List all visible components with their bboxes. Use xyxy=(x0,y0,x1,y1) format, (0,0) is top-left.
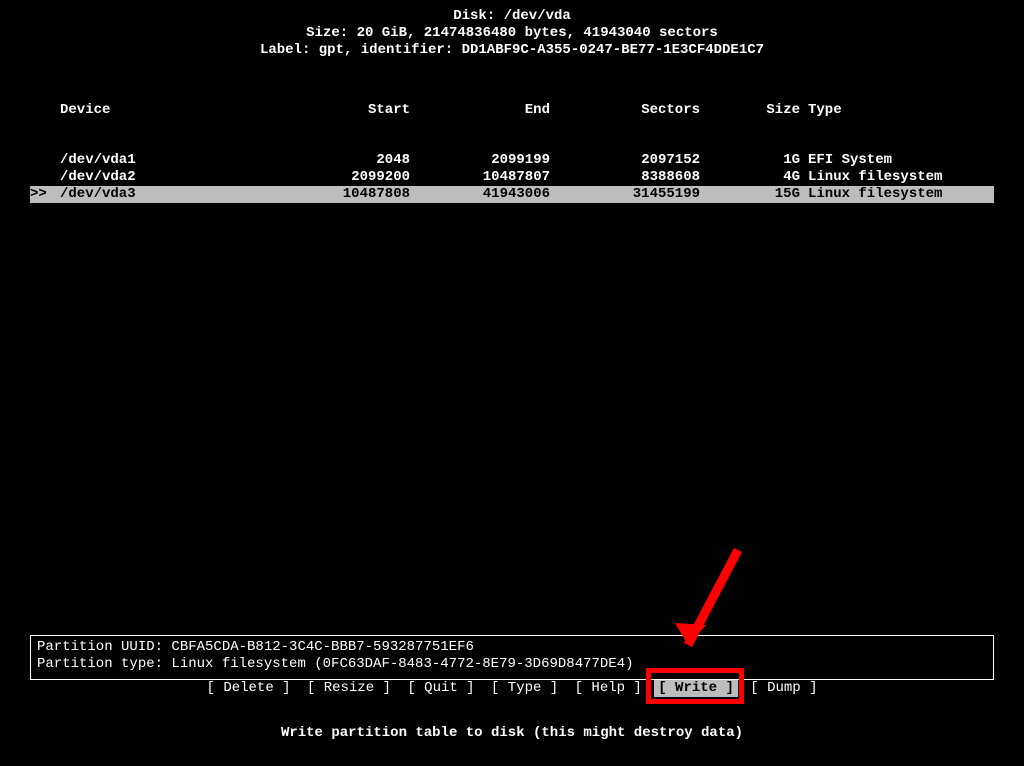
cell-size: 15G xyxy=(700,186,800,203)
row-cursor xyxy=(30,152,60,169)
col-end: End xyxy=(410,102,550,119)
cell-device: /dev/vda1 xyxy=(60,152,290,169)
cell-start: 2048 xyxy=(290,152,410,169)
col-device: Device xyxy=(60,102,290,119)
cell-start: 2099200 xyxy=(290,169,410,186)
row-cursor xyxy=(30,169,60,186)
cell-type: Linux filesystem xyxy=(800,169,994,186)
cell-size: 1G xyxy=(700,152,800,169)
menu-item[interactable]: [ Help ] xyxy=(571,680,646,697)
label-line: Label: gpt, identifier: DD1ABF9C-A355-02… xyxy=(30,42,994,59)
menu-item[interactable]: [ Resize ] xyxy=(303,680,395,697)
cell-device: /dev/vda2 xyxy=(60,169,290,186)
menu-item[interactable]: [ Quit ] xyxy=(403,680,478,697)
cell-sectors: 31455199 xyxy=(550,186,700,203)
cell-end: 10487807 xyxy=(410,169,550,186)
menu-bar: [ Delete ] [ Resize ] [ Quit ] [ Type ] … xyxy=(0,680,1024,697)
cell-end: 2099199 xyxy=(410,152,550,169)
col-type: Type xyxy=(800,102,994,119)
cell-sectors: 2097152 xyxy=(550,152,700,169)
cell-size: 4G xyxy=(700,169,800,186)
header-block: Disk: /dev/vda Size: 20 GiB, 21474836480… xyxy=(30,8,994,58)
partition-table: Device Start End Sectors Size Type /dev/… xyxy=(30,68,994,236)
cell-type: Linux filesystem xyxy=(800,186,994,203)
col-start: Start xyxy=(290,102,410,119)
cell-sectors: 8388608 xyxy=(550,169,700,186)
info-uuid: Partition UUID: CBFA5CDA-B812-3C4C-BBB7-… xyxy=(37,639,987,656)
annotation-highlight-box xyxy=(646,668,744,704)
info-type: Partition type: Linux filesystem (0FC63D… xyxy=(37,656,987,673)
hint-line: Write partition table to disk (this migh… xyxy=(0,725,1024,742)
table-row[interactable]: /dev/vda220992001048780783886084GLinux f… xyxy=(30,169,994,186)
cell-end: 41943006 xyxy=(410,186,550,203)
cell-device: /dev/vda3 xyxy=(60,186,290,203)
disk-line: Disk: /dev/vda xyxy=(30,8,994,25)
partition-info: Partition UUID: CBFA5CDA-B812-3C4C-BBB7-… xyxy=(30,635,994,680)
menu-item[interactable]: [ Dump ] xyxy=(746,680,821,697)
cell-start: 10487808 xyxy=(290,186,410,203)
col-size: Size xyxy=(700,102,800,119)
menu-item[interactable]: [ Delete ] xyxy=(203,680,295,697)
table-row[interactable]: >>/dev/vda310487808419430063145519915GLi… xyxy=(30,186,994,203)
table-header: Device Start End Sectors Size Type xyxy=(30,102,994,119)
menu-item[interactable]: [ Type ] xyxy=(487,680,562,697)
cell-type: EFI System xyxy=(800,152,994,169)
size-line: Size: 20 GiB, 21474836480 bytes, 4194304… xyxy=(30,25,994,42)
row-cursor: >> xyxy=(30,186,60,203)
col-sectors: Sectors xyxy=(550,102,700,119)
table-row[interactable]: /dev/vda12048209919920971521GEFI System xyxy=(30,152,994,169)
